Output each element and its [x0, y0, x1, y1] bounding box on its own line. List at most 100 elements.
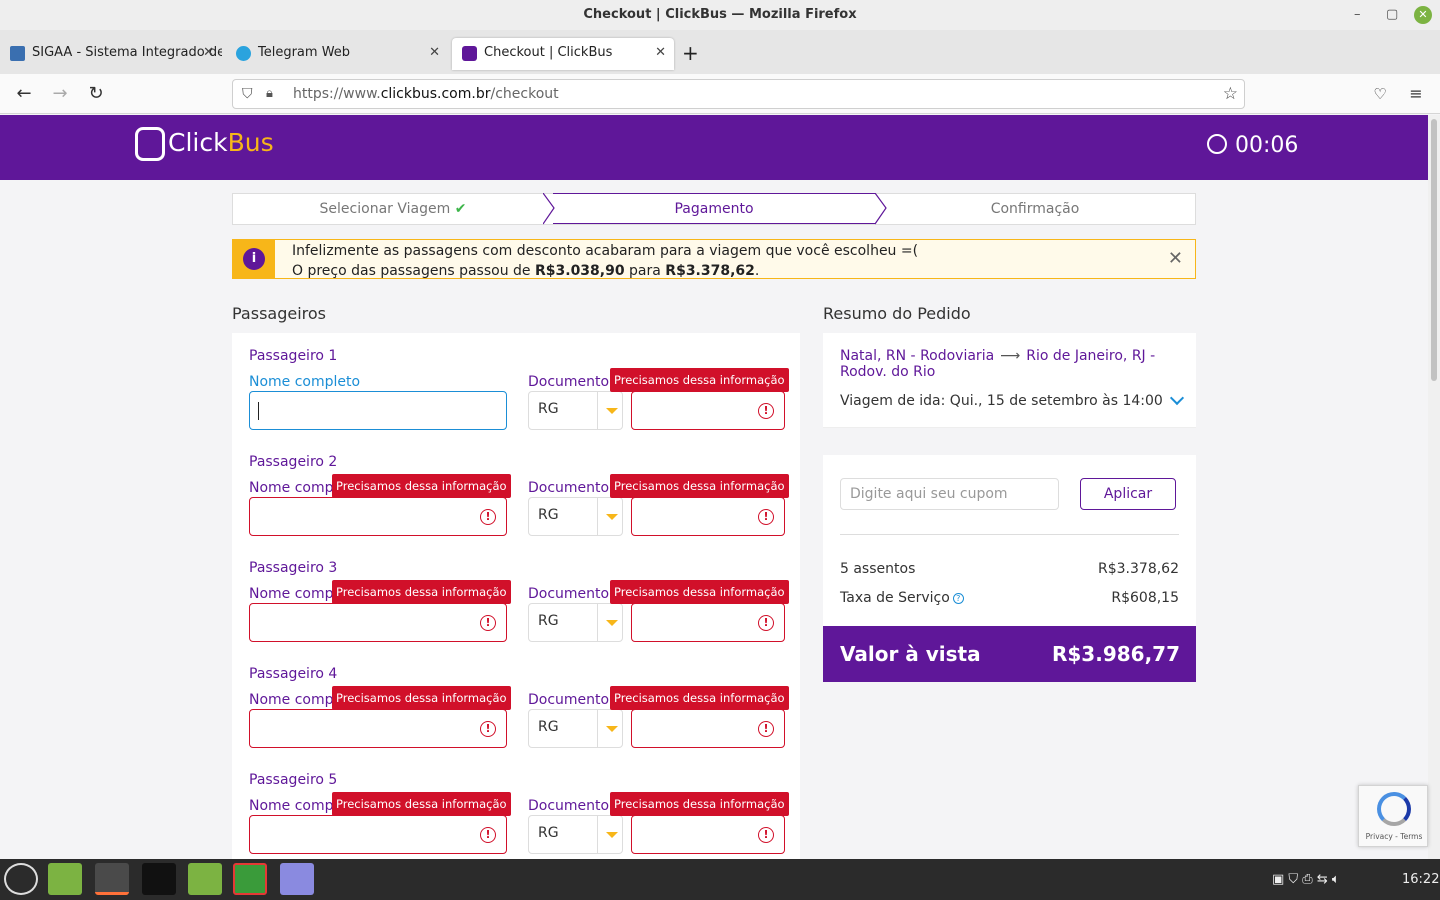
- lock-icon[interactable]: 🔒︎: [266, 80, 273, 108]
- scrollbar-thumb[interactable]: [1431, 119, 1437, 381]
- firefox-icon[interactable]: [95, 863, 129, 895]
- arrow-right-icon: ⟶: [1000, 348, 1021, 364]
- coupon-input[interactable]: Digite aqui seu cupom: [840, 478, 1059, 510]
- minimize-button[interactable]: –: [1354, 0, 1361, 30]
- clock-icon: [1207, 134, 1227, 154]
- name-error-tooltip: Precisamos dessa informação: [332, 792, 511, 823]
- taskbar-clock: 16:22: [1402, 872, 1440, 887]
- error-icon: !: [480, 721, 496, 737]
- menu-icon[interactable]: ≡: [1404, 82, 1428, 106]
- error-icon: !: [480, 827, 496, 843]
- tooltip-text: Precisamos dessa informação: [336, 797, 507, 811]
- files-icon[interactable]: [48, 863, 82, 895]
- shield-icon[interactable]: ⛉: [242, 80, 253, 108]
- url-path: /checkout: [490, 86, 559, 102]
- step-label: Pagamento: [674, 201, 754, 217]
- document-number-input[interactable]: !: [631, 391, 785, 430]
- close-tab-icon[interactable]: ✕: [429, 38, 440, 68]
- alert-text: Infelizmente as passagens com desconto a…: [292, 241, 918, 281]
- logo-click-text: Click: [168, 128, 228, 157]
- close-tab-icon[interactable]: ✕: [203, 38, 214, 68]
- total-label: Valor à vista: [840, 642, 981, 666]
- select-divider: [597, 604, 598, 641]
- tab-checkout[interactable]: Checkout | ClickBus ✕: [452, 38, 674, 70]
- document-label: Documento: [528, 480, 610, 496]
- name-label: Nome compl: [249, 798, 338, 814]
- tab-bar: SIGAA - Sistema Integrado de ✕ Telegram …: [0, 30, 1440, 74]
- alert-text-part: para: [624, 263, 666, 279]
- pocket-icon[interactable]: ♡: [1368, 82, 1392, 106]
- passenger-group: Passageiro 5 Nome compl Precisamos dessa i…: [249, 772, 789, 872]
- close-tab-icon[interactable]: ✕: [655, 38, 666, 68]
- apply-coupon-button[interactable]: Aplicar: [1080, 478, 1176, 510]
- tab-label: Telegram Web: [258, 45, 351, 60]
- name-input[interactable]: !: [249, 709, 507, 748]
- name-input[interactable]: !: [249, 815, 507, 854]
- shield-app-icon[interactable]: [233, 863, 267, 895]
- name-label: Nome compl: [249, 586, 338, 602]
- price-change-alert: i Infelizmente as passagens com desconto…: [232, 239, 1196, 279]
- tab-telegram[interactable]: Telegram Web ✕: [226, 38, 448, 70]
- document-type-value: RG: [538, 613, 559, 629]
- seats-value: R$3.378,62: [1098, 561, 1179, 577]
- seats-label: 5 assentos: [840, 561, 916, 577]
- sigaa-favicon-icon: [10, 46, 25, 61]
- route-origin: Natal, RN - Rodoviaria: [840, 348, 995, 364]
- document-label: Documento: [528, 692, 610, 708]
- document-error-tooltip: Precisamos dessa informação: [610, 580, 789, 611]
- tab-sigaa[interactable]: SIGAA - Sistema Integrado de ✕: [0, 38, 222, 70]
- passenger-title: Passageiro 1: [249, 348, 338, 364]
- document-error-tooltip: Precisamos dessa informação: [610, 792, 789, 823]
- info-icon: i: [243, 248, 265, 270]
- name-input[interactable]: [249, 391, 507, 430]
- address-bar[interactable]: ⛉ 🔒︎ https://www.clickbus.com.br/checkou…: [232, 79, 1245, 109]
- forward-button[interactable]: →: [48, 82, 72, 106]
- terminal-icon[interactable]: [142, 863, 176, 895]
- mint-menu-icon[interactable]: [4, 863, 38, 895]
- document-type-select[interactable]: RG: [528, 709, 623, 748]
- page-scrollbar[interactable]: [1428, 115, 1440, 860]
- tooltip-text: Precisamos dessa informação: [614, 373, 785, 387]
- back-button[interactable]: ←: [12, 82, 36, 106]
- step-select-trip[interactable]: Selecionar Viagem ✔: [233, 194, 553, 224]
- dropdown-arrow-icon: [606, 832, 618, 838]
- alert-line1: Infelizmente as passagens com desconto a…: [292, 243, 919, 259]
- passenger-title: Passageiro 5: [249, 772, 338, 788]
- telegram-favicon-icon: [236, 46, 251, 61]
- error-icon: !: [758, 721, 774, 737]
- close-alert-icon[interactable]: ✕: [1168, 248, 1183, 269]
- navigation-bar: ← → ↻ ⛉ 🔒︎ https://www.clickbus.com.br/c…: [0, 74, 1440, 114]
- old-price: R$3.038,90: [534, 263, 625, 279]
- clickbus-logo[interactable]: ClickBus: [135, 127, 274, 161]
- name-label: Nome completo: [249, 374, 361, 390]
- text-editor-icon[interactable]: [280, 863, 314, 895]
- document-label: Documento: [528, 798, 610, 814]
- chevron-down-icon[interactable]: [1169, 390, 1185, 406]
- document-type-select[interactable]: RG: [528, 603, 623, 642]
- bus-icon: [135, 127, 165, 161]
- document-number-input[interactable]: !: [631, 709, 785, 748]
- document-number-input[interactable]: !: [631, 815, 785, 854]
- recaptcha-badge[interactable]: Privacy - Terms: [1358, 785, 1428, 847]
- close-window-button[interactable]: ✕: [1414, 6, 1432, 24]
- help-icon[interactable]: ?: [952, 593, 964, 604]
- recaptcha-text[interactable]: Privacy - Terms: [1359, 832, 1429, 841]
- document-number-input[interactable]: !: [631, 603, 785, 642]
- total-bar: Valor à vista R$3.986,77: [823, 626, 1196, 682]
- maximize-button[interactable]: ▢: [1386, 0, 1398, 30]
- dropdown-arrow-icon: [606, 620, 618, 626]
- tray-icons[interactable]: ▣ ⛉ ⎙ ⇆ 🔈︎: [1272, 859, 1340, 900]
- name-input[interactable]: !: [249, 497, 507, 536]
- document-type-select[interactable]: RG: [528, 497, 623, 536]
- name-error-tooltip: Precisamos dessa informação: [332, 686, 511, 717]
- new-tab-button[interactable]: +: [682, 38, 708, 70]
- name-input[interactable]: !: [249, 603, 507, 642]
- folder-icon[interactable]: [188, 863, 222, 895]
- reload-button[interactable]: ↻: [84, 82, 108, 106]
- document-type-select[interactable]: RG: [528, 391, 623, 430]
- document-type-select[interactable]: RG: [528, 815, 623, 854]
- divider: [840, 534, 1179, 535]
- bookmark-star-icon[interactable]: ☆: [1223, 80, 1238, 108]
- document-number-input[interactable]: !: [631, 497, 785, 536]
- step-label: Confirmação: [990, 201, 1080, 217]
